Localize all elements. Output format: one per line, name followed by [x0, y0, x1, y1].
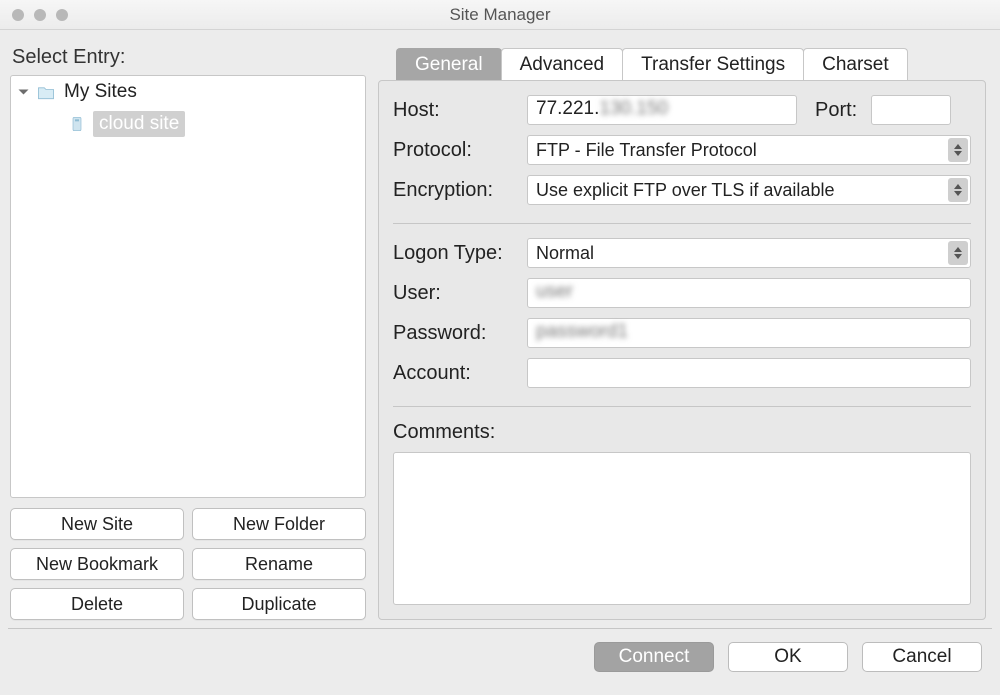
- protocol-value: FTP - File Transfer Protocol: [536, 140, 757, 161]
- divider: [393, 223, 971, 224]
- minimize-traffic-icon[interactable]: [34, 9, 46, 21]
- comments-label: Comments:: [393, 421, 971, 444]
- user-input[interactable]: user: [527, 278, 971, 308]
- tab-bar: General Advanced Transfer Settings Chars…: [396, 44, 986, 80]
- password-label: Password:: [393, 322, 527, 345]
- tab-charset[interactable]: Charset: [803, 48, 908, 80]
- logon-type-value: Normal: [536, 243, 594, 264]
- select-entry-label: Select Entry:: [10, 40, 366, 75]
- account-label: Account:: [393, 362, 527, 385]
- traffic-lights: [12, 9, 68, 21]
- tab-general[interactable]: General: [396, 48, 502, 80]
- select-arrows-icon: [948, 241, 968, 265]
- port-input[interactable]: [871, 95, 951, 125]
- left-button-grid: New Site New Folder New Bookmark Rename …: [10, 508, 366, 620]
- new-bookmark-button[interactable]: New Bookmark: [10, 548, 184, 580]
- tab-advanced[interactable]: Advanced: [501, 48, 624, 80]
- encryption-value: Use explicit FTP over TLS if available: [536, 180, 834, 201]
- tree-item-label: cloud site: [93, 111, 185, 137]
- close-traffic-icon[interactable]: [12, 9, 24, 21]
- tab-transfer-settings[interactable]: Transfer Settings: [622, 48, 804, 80]
- duplicate-button[interactable]: Duplicate: [192, 588, 366, 620]
- disclosure-triangle-icon[interactable]: [19, 90, 29, 95]
- select-arrows-icon: [948, 178, 968, 202]
- tree-item-cloud-site[interactable]: cloud site: [11, 108, 365, 140]
- right-panel: General Advanced Transfer Settings Chars…: [378, 40, 986, 620]
- general-panel: Host: 77.221.130.150 Port: Protocol: FTP…: [378, 80, 986, 620]
- tree-root-my-sites[interactable]: My Sites: [11, 76, 365, 108]
- site-tree[interactable]: My Sites cloud site: [10, 75, 366, 498]
- tree-root-label: My Sites: [64, 81, 137, 103]
- delete-button[interactable]: Delete: [10, 588, 184, 620]
- rename-button[interactable]: Rename: [192, 548, 366, 580]
- new-folder-button[interactable]: New Folder: [192, 508, 366, 540]
- window-title: Site Manager: [0, 5, 1000, 25]
- divider: [393, 406, 971, 407]
- protocol-select[interactable]: FTP - File Transfer Protocol: [527, 135, 971, 165]
- dialog-footer: Connect OK Cancel: [8, 628, 992, 684]
- logon-type-select[interactable]: Normal: [527, 238, 971, 268]
- host-input[interactable]: 77.221.130.150: [527, 95, 797, 125]
- ok-button[interactable]: OK: [728, 642, 848, 672]
- protocol-label: Protocol:: [393, 139, 527, 162]
- left-panel: Select Entry: My Sites cloud site New Si…: [10, 40, 366, 620]
- encryption-select[interactable]: Use explicit FTP over TLS if available: [527, 175, 971, 205]
- zoom-traffic-icon[interactable]: [56, 9, 68, 21]
- host-label: Host:: [393, 99, 527, 122]
- port-label: Port:: [815, 99, 871, 122]
- new-site-button[interactable]: New Site: [10, 508, 184, 540]
- cancel-button[interactable]: Cancel: [862, 642, 982, 672]
- server-icon: [69, 113, 85, 135]
- account-input[interactable]: [527, 358, 971, 388]
- encryption-label: Encryption:: [393, 179, 527, 202]
- logon-type-label: Logon Type:: [393, 242, 527, 265]
- select-arrows-icon: [948, 138, 968, 162]
- title-bar: Site Manager: [0, 0, 1000, 30]
- folder-icon: [36, 81, 56, 103]
- comments-textarea[interactable]: [393, 452, 971, 605]
- connect-button[interactable]: Connect: [594, 642, 714, 672]
- user-label: User:: [393, 282, 527, 305]
- password-input[interactable]: password1: [527, 318, 971, 348]
